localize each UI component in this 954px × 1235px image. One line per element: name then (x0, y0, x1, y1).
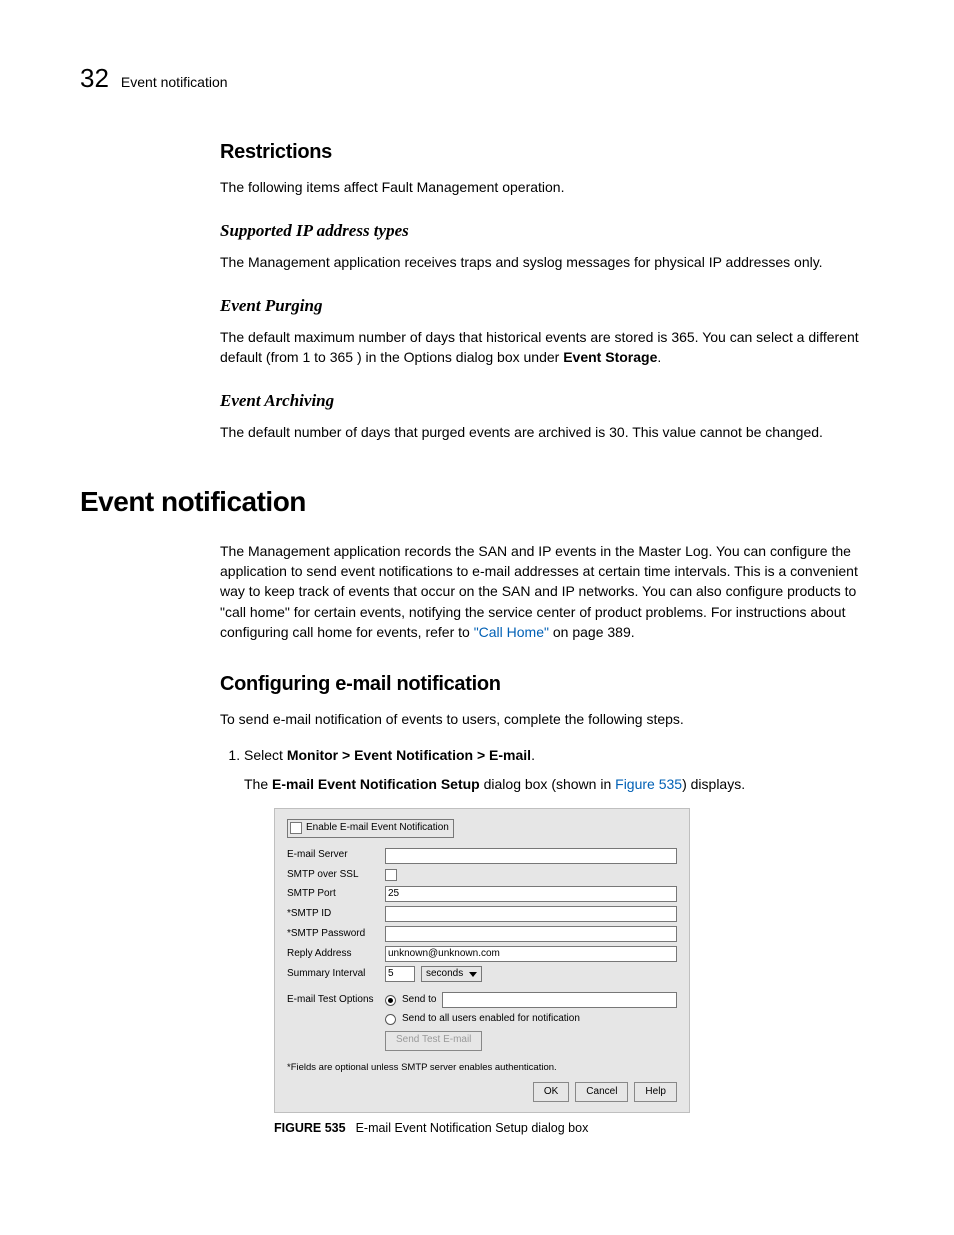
send-all-label: Send to all users enabled for notificati… (402, 1012, 580, 1027)
event-notification-heading: Event notification (80, 482, 874, 523)
help-button[interactable]: Help (634, 1082, 677, 1102)
event-purging-post: . (657, 349, 661, 365)
restrictions-intro: The following items affect Fault Managem… (220, 177, 874, 197)
send-test-button[interactable]: Send Test E-mail (385, 1031, 482, 1051)
configuring-heading: Configuring e-mail notification (220, 670, 874, 699)
figure-link[interactable]: Figure 535 (615, 776, 682, 792)
chevron-down-icon (469, 972, 477, 977)
send-to-input[interactable] (442, 992, 677, 1008)
email-server-label: E-mail Server (287, 848, 379, 863)
configuring-intro: To send e-mail notification of events to… (220, 709, 874, 729)
step1-body: The E-mail Event Notification Setup dial… (244, 774, 874, 794)
step1-body-post: ) displays. (682, 776, 745, 792)
cancel-button[interactable]: Cancel (575, 1082, 628, 1102)
event-notification-post: on page 389. (549, 624, 635, 640)
page-number: 32 (80, 60, 109, 98)
smtp-password-label: *SMTP Password (287, 927, 379, 942)
step1-body-bold: E-mail Event Notification Setup (272, 776, 480, 792)
event-archiving-body: The default number of days that purged e… (220, 422, 874, 442)
reply-address-label: Reply Address (287, 947, 379, 962)
summary-interval-label: Summary Interval (287, 967, 379, 982)
event-notification-body: The Management application records the S… (220, 541, 874, 642)
smtp-id-label: *SMTP ID (287, 907, 379, 922)
dialog-footnote: *Fields are optional unless SMTP server … (287, 1061, 677, 1075)
figure-caption: FIGURE 535 E-mail Event Notification Setu… (274, 1119, 874, 1137)
smtp-password-input[interactable] (385, 926, 677, 942)
page-header-title: Event notification (121, 72, 228, 92)
event-purging-heading: Event Purging (220, 294, 874, 319)
summary-interval-unit-select[interactable]: seconds (421, 966, 482, 982)
step1-body-mid: dialog box (shown in (480, 776, 615, 792)
test-options-label: E-mail Test Options (287, 993, 379, 1008)
event-purging-pre: The default maximum number of days that … (220, 329, 859, 365)
figure-caption-text: E-mail Event Notification Setup dialog b… (356, 1121, 589, 1135)
call-home-link[interactable]: "Call Home" (474, 624, 549, 640)
enable-notification-checkbox[interactable]: Enable E-mail Event Notification (287, 819, 454, 838)
steps-list: Select Monitor > Event Notification > E-… (220, 745, 874, 1137)
reply-address-input[interactable]: unknown@unknown.com (385, 946, 677, 962)
supported-ip-body: The Management application receives trap… (220, 252, 874, 272)
email-setup-dialog: Enable E-mail Event Notification E-mail … (274, 808, 690, 1113)
supported-ip-heading: Supported IP address types (220, 219, 874, 244)
summary-interval-input[interactable]: 5 (385, 966, 415, 982)
summary-interval-unit: seconds (426, 967, 463, 982)
checkbox-icon (290, 822, 302, 834)
restrictions-heading: Restrictions (220, 138, 874, 167)
smtp-port-label: SMTP Port (287, 887, 379, 902)
figure-label: FIGURE 535 (274, 1121, 346, 1135)
event-purging-bold: Event Storage (563, 349, 657, 365)
event-purging-body: The default maximum number of days that … (220, 327, 874, 368)
event-archiving-heading: Event Archiving (220, 389, 874, 414)
step1-bold: Monitor > Event Notification > E-mail (287, 747, 531, 763)
enable-label: Enable E-mail Event Notification (306, 821, 449, 836)
step1-pre: Select (244, 747, 287, 763)
page-header: 32 Event notification (80, 60, 874, 98)
send-to-radio[interactable] (385, 995, 396, 1006)
smtp-ssl-checkbox[interactable] (385, 869, 397, 881)
smtp-id-input[interactable] (385, 906, 677, 922)
ok-button[interactable]: OK (533, 1082, 569, 1102)
step1-post: . (531, 747, 535, 763)
send-to-label: Send to (402, 993, 436, 1008)
smtp-port-input[interactable]: 25 (385, 886, 677, 902)
send-all-radio[interactable] (385, 1014, 396, 1025)
step1-body-pre: The (244, 776, 272, 792)
smtp-ssl-label: SMTP over SSL (287, 868, 379, 883)
email-server-input[interactable] (385, 848, 677, 864)
step-1: Select Monitor > Event Notification > E-… (244, 745, 874, 1137)
